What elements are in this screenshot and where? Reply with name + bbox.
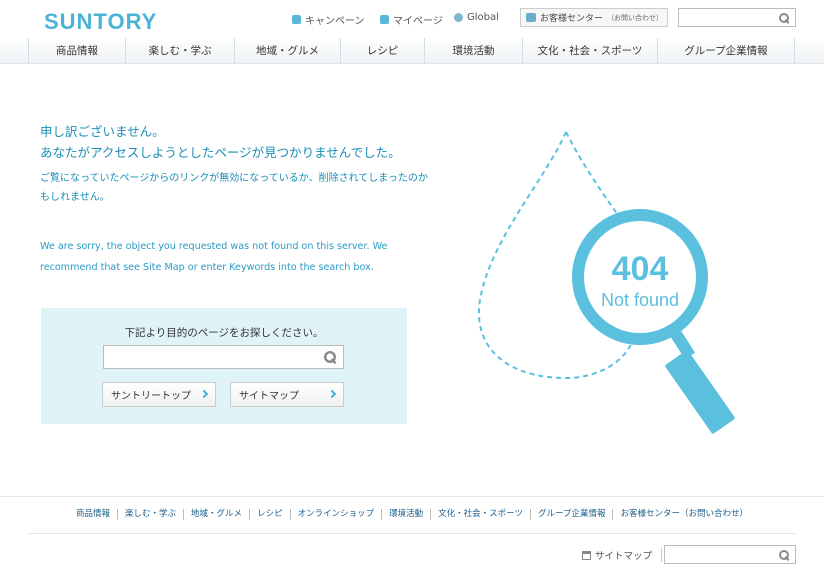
footer-divider	[0, 496, 824, 497]
mypage-label: マイページ	[393, 16, 443, 27]
footer-link-recipe[interactable]: レシピ	[249, 509, 290, 520]
mypage-link[interactable]: マイページ	[380, 12, 443, 27]
contact-sub-label: （お問い合わせ）	[607, 13, 664, 22]
search-panel-label: 下記より目的のページをお探しください。	[124, 327, 324, 339]
nav-item-recipe[interactable]: レシピ	[340, 38, 424, 63]
nav-item-region-gourmet[interactable]: 地域・グルメ	[234, 38, 340, 63]
footer-link-region-gourmet[interactable]: 地域・グルメ	[183, 509, 249, 520]
headset-icon	[526, 13, 536, 22]
footer-link-group-companies[interactable]: グループ企業情報	[529, 509, 613, 520]
error-heading-line1: 申し訳ございません。	[40, 124, 165, 139]
footer-sitemap-link[interactable]: サイトマップ	[582, 548, 663, 562]
water-drop-outline-right	[565, 131, 619, 216]
gift-icon	[292, 15, 301, 24]
footer-link-online-shop[interactable]: オンラインショップ	[289, 509, 382, 520]
footer-link-environment[interactable]: 環境活動	[381, 509, 430, 520]
global-link[interactable]: Global	[454, 12, 499, 23]
magnifier-handle	[665, 350, 735, 434]
campaign-label: キャンペーン	[305, 16, 365, 27]
search-icon[interactable]	[779, 550, 789, 560]
contact-center-button[interactable]: お客様センター （お問い合わせ）	[520, 8, 668, 27]
search-icon[interactable]	[779, 13, 789, 23]
footer-search-input[interactable]	[664, 545, 796, 564]
sitemap-button-label: サイトマップ	[239, 391, 299, 402]
contact-label: お客様センター	[540, 14, 604, 24]
chevron-right-icon	[327, 389, 337, 399]
page-search-input[interactable]	[103, 345, 344, 369]
error-heading: 申し訳ございません。 あなたがアクセスしようとしたページが見つかりませんでした。	[40, 121, 401, 163]
nav-item-group-companies[interactable]: グループ企業情報	[657, 38, 795, 63]
footer-link-enjoy-learn[interactable]: 楽しむ・学ぶ	[117, 509, 183, 520]
global-label: Global	[467, 12, 499, 23]
not-found-illustration: 404 Not found	[477, 131, 735, 434]
footer-link-culture-sports[interactable]: 文化・社会・スポーツ	[430, 509, 530, 520]
error-description-jp: ご覧になっていたページからのリンクが無効になっているか、削除されてしまったのかも…	[40, 173, 428, 203]
suntory-logo[interactable]: SUNTORY	[44, 9, 157, 35]
footer-divider-2	[28, 533, 796, 534]
header-search-input[interactable]	[678, 8, 796, 27]
error-description-en: We are sorry, the object you requested w…	[40, 241, 388, 273]
globe-icon	[454, 13, 463, 22]
page-search-panel: 下記より目的のページをお探しください。 サントリートップ サイトマップ	[41, 308, 407, 424]
nav-item-enjoy-learn[interactable]: 楽しむ・学ぶ	[125, 38, 234, 63]
nav-item-products[interactable]: 商品情報	[28, 38, 125, 63]
footer-sitemap-label: サイトマップ	[595, 551, 653, 562]
person-icon	[380, 15, 389, 24]
not-found-text: Not found	[601, 290, 679, 310]
suntory-top-label: サントリートップ	[111, 391, 191, 402]
nav-item-culture-sports[interactable]: 文化・社会・スポーツ	[522, 38, 657, 63]
error-code-text: 404	[612, 250, 669, 288]
search-icon[interactable]	[324, 351, 336, 363]
suntory-top-button[interactable]: サントリートップ	[102, 382, 216, 407]
nav-item-environment[interactable]: 環境活動	[424, 38, 522, 63]
error-heading-line2: あなたがアクセスしようとしたページが見つかりませんでした。	[40, 145, 401, 160]
footer-link-contact[interactable]: お客様センター（お問い合わせ）	[612, 509, 755, 520]
campaign-link[interactable]: キャンペーン	[292, 12, 365, 27]
sitemap-button[interactable]: サイトマップ	[230, 382, 344, 407]
footer-links: 商品情報 楽しむ・学ぶ 地域・グルメ レシピ オンラインショップ 環境活動 文化…	[0, 509, 824, 520]
footer-link-products[interactable]: 商品情報	[69, 509, 117, 520]
chevron-right-icon	[199, 389, 209, 399]
global-nav: 商品情報 楽しむ・学ぶ 地域・グルメ レシピ 環境活動 文化・社会・スポーツ グ…	[0, 38, 824, 64]
sitemap-icon	[582, 550, 591, 560]
